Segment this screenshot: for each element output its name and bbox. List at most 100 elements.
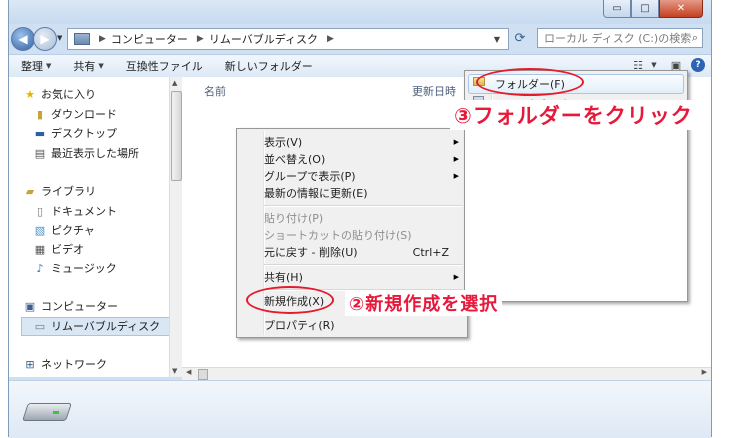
nav-item-downloads[interactable]: ▮ ダウンロード (33, 105, 117, 123)
nav-item-videos[interactable]: ▦ ビデオ (33, 240, 84, 258)
details-pane (9, 380, 711, 438)
nav-item-music[interactable]: ♪ ミュージック (33, 259, 117, 277)
nav-label: ピクチャ (51, 224, 95, 237)
submenu-arrow-icon: ▶ (453, 273, 459, 281)
menu-label: 元に戻す - 削除(U) (264, 246, 358, 259)
menu-item-refresh[interactable]: 最新の情報に更新(E) (263, 184, 463, 202)
share-label: 共有 (73, 60, 96, 73)
chevron-down-icon: ▼ (46, 62, 52, 70)
nav-item-libraries[interactable]: ▰ ライブラリ (23, 182, 96, 200)
column-header-date[interactable]: 更新日時 (412, 83, 456, 99)
download-folder-icon: ▮ (36, 107, 44, 121)
star-icon: ★ (25, 87, 35, 101)
menu-item-properties[interactable]: プロパティ(R) (263, 316, 463, 334)
nav-label: デスクトップ (51, 127, 117, 140)
menu-item-paste: 貼り付け(P) (263, 209, 463, 227)
step3-annotation: ③フォルダーをクリック (450, 100, 697, 130)
menu-label: 貼り付け(P) (264, 212, 324, 225)
nav-item-desktop[interactable]: ▬ デスクトップ (33, 124, 117, 142)
nav-label: コンピューター (41, 300, 118, 313)
chevron-down-icon: ▼ (98, 62, 104, 70)
nav-label: ドキュメント (51, 205, 117, 218)
close-button[interactable]: ✕ (659, 0, 703, 18)
nav-label: リムーバブルディスク (51, 320, 161, 333)
menu-separator (264, 205, 463, 207)
nav-label: お気に入り (41, 88, 96, 101)
share-button[interactable]: 共有 ▼ (73, 58, 103, 74)
scroll-left-icon[interactable]: ◀ (186, 368, 191, 376)
nav-item-removable-disk[interactable]: ▭ リムーバブルディスク (33, 317, 160, 335)
submenu-arrow-icon: ▶ (453, 172, 459, 180)
maximize-button[interactable]: □ (631, 0, 659, 18)
breadcrumb-removable-disk[interactable]: リムーバブルディスク (209, 31, 318, 47)
menu-label: 共有(H) (264, 271, 303, 284)
network-icon: ⊞ (25, 357, 35, 371)
navigation-row: ◀ ▶ ▼ ▶ コンピューター ▶ リムーバブルディスク ▶ ▼ ⟳ ローカル … (9, 24, 711, 52)
breadcrumb-separator-icon[interactable]: ▶ (99, 34, 106, 44)
scroll-up-icon[interactable]: ▲ (172, 79, 177, 87)
new-folder-button[interactable]: 新しいフォルダー (225, 58, 313, 74)
nav-item-documents[interactable]: ▯ ドキュメント (33, 202, 117, 220)
recent-pages-dropdown[interactable]: ▼ (57, 34, 62, 42)
nav-label: 最近表示した場所 (51, 147, 139, 160)
compat-files-label: 互換性ファイル (125, 60, 203, 73)
scroll-right-icon[interactable]: ▶ (702, 368, 707, 376)
breadcrumb-separator-icon[interactable]: ▶ (197, 34, 204, 44)
menu-label: ショートカットの貼り付け(S) (264, 229, 412, 242)
address-bar[interactable]: ▶ コンピューター ▶ リムーバブルディスク ▶ ▼ (67, 28, 509, 50)
folder-highlight-ring (476, 68, 584, 96)
forward-button[interactable]: ▶ (33, 27, 57, 51)
menu-label: グループで表示(P) (264, 170, 356, 183)
search-placeholder: ローカル ディスク (C:)の検索 (544, 32, 692, 45)
address-dropdown-icon[interactable]: ▼ (494, 35, 500, 44)
menu-item-sort[interactable]: 並べ替え(O) ▶ (263, 150, 463, 168)
minimize-button[interactable]: ▭ (603, 0, 631, 18)
scroll-down-icon[interactable]: ▼ (172, 367, 177, 375)
title-bar: ▭ □ ✕ (9, 0, 711, 24)
horizontal-scrollbar[interactable]: ◀ ▶ (182, 367, 711, 380)
menu-shortcut: Ctrl+Z (412, 245, 449, 259)
menu-item-paste-shortcut: ショートカットの貼り付け(S) (263, 226, 463, 244)
breadcrumb-separator-icon[interactable]: ▶ (327, 34, 334, 44)
organize-button[interactable]: 整理 ▼ (21, 58, 51, 74)
menu-item-undo-delete[interactable]: 元に戻す - 削除(U) Ctrl+Z (263, 243, 463, 261)
navigation-pane: ★ お気に入り ▮ ダウンロード ▬ デスクトップ ▤ 最近表示した場所 ▰ ライブラリ … (9, 77, 179, 377)
menu-item-group[interactable]: グループで表示(P) ▶ (263, 167, 463, 185)
nav-item-network[interactable]: ⊞ ネットワーク (23, 355, 107, 373)
help-icon[interactable]: ? (691, 58, 705, 72)
back-button[interactable]: ◀ (11, 27, 35, 51)
nav-label: ミュージック (51, 262, 117, 275)
nav-item-recent[interactable]: ▤ 最近表示した場所 (33, 144, 139, 162)
search-input[interactable]: ローカル ディスク (C:)の検索 ⌕ (537, 28, 703, 48)
menu-label: 最新の情報に更新(E) (264, 187, 368, 200)
nav-scrollbar[interactable]: ▲ ▼ (169, 77, 182, 377)
submenu-overlay (465, 101, 687, 301)
menu-label: 表示(V) (264, 136, 303, 149)
computer-icon (74, 33, 90, 45)
nav-label: ビデオ (51, 243, 84, 256)
library-icon: ▰ (25, 184, 35, 198)
nav-item-computer[interactable]: ▣ コンピューター (23, 297, 118, 315)
menu-label: プロパティ(R) (264, 319, 335, 332)
new-highlight-ring (246, 286, 334, 314)
nav-label: ライブラリ (41, 185, 96, 198)
nav-item-favorites[interactable]: ★ お気に入り (23, 85, 96, 103)
scroll-thumb[interactable] (171, 91, 182, 181)
refresh-icon[interactable]: ⟳ (509, 28, 531, 48)
removable-drive-icon (21, 397, 72, 423)
nav-label: ネットワーク (41, 358, 107, 371)
nav-item-pictures[interactable]: ▧ ピクチャ (33, 221, 95, 239)
menu-separator (264, 264, 463, 266)
removable-drive-icon: ▭ (34, 319, 46, 333)
arrow-right-icon: ▶ (40, 32, 50, 46)
compat-files-button[interactable]: 互換性ファイル (126, 58, 203, 74)
column-header-name[interactable]: 名前 (204, 83, 226, 99)
menu-item-share[interactable]: 共有(H) ▶ (263, 268, 463, 286)
submenu-arrow-icon: ▶ (453, 155, 459, 163)
scroll-thumb[interactable] (198, 369, 208, 380)
step2-annotation: ②新規作成を選択 (345, 290, 503, 316)
document-icon: ▯ (36, 204, 44, 218)
menu-item-view[interactable]: 表示(V) ▶ (263, 133, 463, 151)
search-icon[interactable]: ⌕ (692, 31, 698, 45)
breadcrumb-computer[interactable]: コンピューター (111, 31, 188, 47)
